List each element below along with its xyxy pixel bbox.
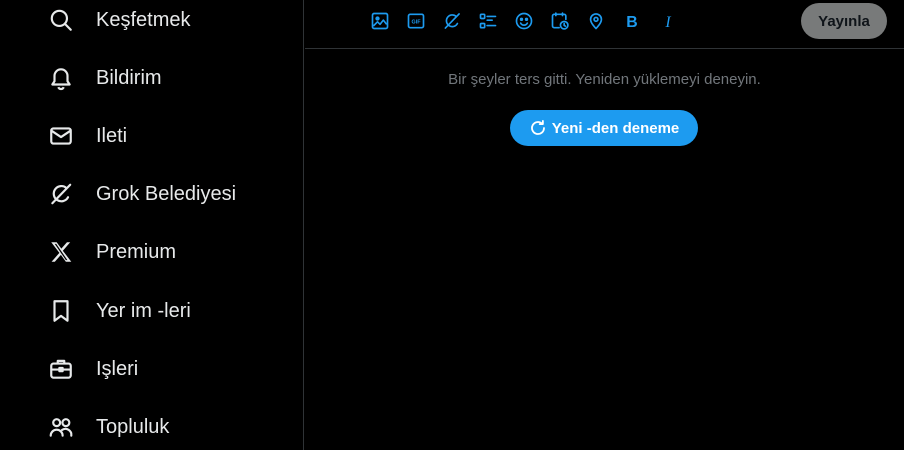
gif-icon: GIF: [407, 13, 425, 29]
refresh-icon: [530, 119, 545, 135]
schedule-button[interactable]: [543, 8, 577, 34]
svg-text:I: I: [664, 14, 671, 31]
italic-button[interactable]: I: [651, 8, 685, 34]
sidebar-item-label: Keşfetmek: [96, 8, 191, 31]
bell-icon: [46, 63, 76, 93]
briefcase-icon: [46, 354, 76, 384]
italic-icon: I: [664, 14, 671, 31]
emoji-icon: [515, 12, 533, 30]
sidebar-item-label: Yer im -leri: [96, 299, 191, 322]
add-emoji-button[interactable]: [507, 8, 541, 34]
add-gif-button[interactable]: GIF: [399, 8, 433, 34]
sidebar-item-communities[interactable]: Topluluk: [46, 405, 286, 449]
bold-button[interactable]: B: [615, 8, 649, 34]
sidebar-item-notifications[interactable]: Bildirim: [46, 56, 286, 100]
compose-toolbar: GIF B I Yayınla: [305, 0, 904, 49]
sidebar-item-label: Bildirim: [96, 66, 162, 89]
svg-text:GIF: GIF: [411, 20, 421, 26]
svg-text:B: B: [626, 14, 637, 31]
grok-button[interactable]: [435, 8, 469, 34]
poll-icon: [479, 13, 497, 29]
add-image-button[interactable]: [363, 8, 397, 34]
error-message: Bir şeyler ters gitti. Yeniden yüklemeyi…: [448, 71, 761, 88]
sidebar: Keşfetmek Bildirim Ileti Grok Belediyesi…: [0, 0, 304, 450]
x-logo-icon: [46, 237, 76, 267]
retry-button[interactable]: Yeni -den deneme: [510, 110, 698, 146]
sidebar-item-premium[interactable]: Premium: [46, 230, 286, 274]
bookmark-icon: [46, 296, 76, 326]
sidebar-item-messages[interactable]: Ileti: [46, 114, 286, 158]
sidebar-item-jobs[interactable]: Işleri: [46, 347, 286, 391]
sidebar-item-bookmarks[interactable]: Yer im -leri: [46, 289, 286, 333]
sidebar-item-label: Ileti: [96, 124, 128, 147]
location-icon: [589, 13, 603, 30]
bold-icon: B: [626, 14, 637, 31]
schedule-icon: [551, 12, 569, 30]
grok-icon: [46, 179, 76, 209]
add-poll-button[interactable]: [471, 8, 505, 34]
grok-icon: [444, 13, 460, 29]
retry-label: Yeni -den deneme: [551, 119, 680, 137]
search-icon: [46, 5, 76, 35]
publish-button[interactable]: Yayınla: [801, 3, 887, 39]
sidebar-item-label: Grok Belediyesi: [96, 182, 237, 205]
sidebar-item-grok[interactable]: Grok Belediyesi: [46, 172, 286, 216]
mail-icon: [46, 121, 76, 151]
sidebar-item-label: Topluluk: [96, 415, 170, 438]
sidebar-item-label: Işleri: [96, 357, 139, 380]
people-icon: [46, 412, 76, 442]
main-content: GIF B I Yayınla Bir şeyler ters gitti. Y…: [305, 0, 904, 450]
add-location-button[interactable]: [579, 8, 613, 34]
sidebar-item-label: Premium: [96, 240, 177, 263]
image-icon: [371, 12, 389, 30]
sidebar-item-explore[interactable]: Keşfetmek: [46, 0, 286, 42]
